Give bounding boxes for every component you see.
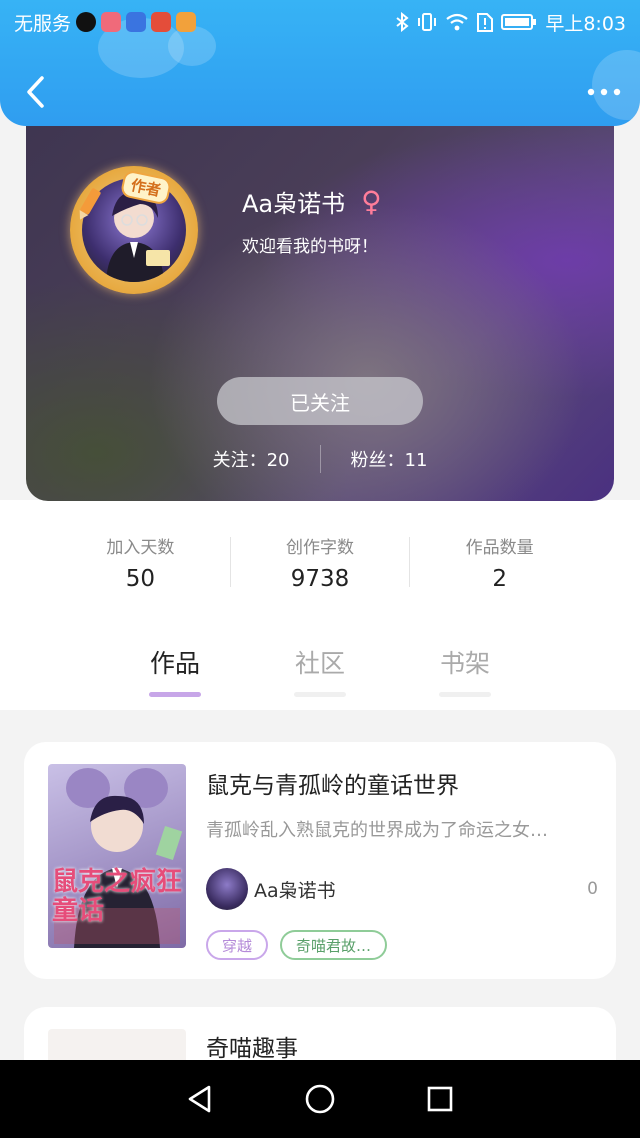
more-dots-icon — [587, 88, 621, 96]
stat-word-count: 创作字数 9738 — [231, 533, 410, 592]
nav-home-icon[interactable] — [303, 1082, 337, 1116]
book-tag[interactable]: 奇喵君故… — [280, 930, 388, 960]
battery-icon — [501, 14, 537, 30]
stat-label: 加入天数 — [106, 537, 175, 558]
tab-bookshelf[interactable]: 书架 — [430, 644, 500, 697]
book-card[interactable]: 鼠克之疯狂童话 鼠克与青孤岭的童话世界 青孤岭乱入熟鼠克的世界成为了命运之女… … — [24, 742, 616, 979]
following-count[interactable]: 关注：20 — [213, 446, 290, 472]
book-description: 青孤岭乱入熟鼠克的世界成为了命运之女… — [206, 820, 548, 841]
book-tags: 穿越 奇喵君故… — [206, 930, 388, 960]
tiktok-icon — [76, 12, 97, 32]
tab-community[interactable]: 社区 — [285, 644, 355, 697]
news-icon — [151, 12, 172, 32]
tabs-bar: 作品 社区 书架 — [0, 500, 640, 710]
book-title[interactable]: 奇喵趣事 — [206, 1029, 298, 1063]
tab-underline — [294, 692, 346, 697]
profile-name-row: Aa枭诺书 ♀ — [242, 184, 382, 219]
carrier-text: 无服务 — [14, 12, 72, 35]
stat-value: 2 — [492, 565, 507, 592]
tab-label: 书架 — [439, 649, 490, 678]
followed-button[interactable]: 已关注 — [217, 377, 423, 425]
female-gender-icon: ♀ — [361, 185, 382, 218]
stat-label: 创作字数 — [286, 537, 354, 558]
tab-label: 作品 — [149, 649, 200, 678]
nav-recents-icon[interactable] — [423, 1082, 457, 1116]
app-icon-red — [101, 12, 122, 32]
system-nav-bar — [0, 1060, 640, 1138]
book-tag[interactable]: 穿越 — [206, 930, 269, 960]
tab-active-underline — [149, 692, 201, 697]
cover-title: 鼠克之疯狂童话 — [52, 867, 183, 926]
stat-value: 50 — [125, 565, 155, 592]
divider — [319, 445, 321, 473]
fans-count[interactable]: 粉丝：11 — [351, 446, 428, 472]
profile-bio: 欢迎看我的书呀！ — [242, 237, 378, 257]
stat-label: 作品数量 — [465, 537, 534, 558]
vibrate-icon — [418, 13, 437, 31]
baidu-icon — [126, 12, 147, 32]
more-button[interactable] — [582, 74, 626, 110]
profile-nickname: Aa枭诺书 — [242, 190, 346, 218]
back-button[interactable] — [16, 72, 56, 112]
status-bar: 无服务 早上8:03 — [0, 0, 640, 44]
book-author-name: Aa枭诺书 — [254, 879, 336, 902]
bluetooth-icon — [396, 12, 409, 32]
follow-stats: 关注：20 粉丝：11 — [26, 445, 614, 473]
stats-box: 加入天数 50 创作字数 9738 作品数量 2 — [51, 500, 589, 624]
book-count: 0 — [587, 879, 598, 899]
profile-card: 作者 Aa枭诺书 ♀ 欢迎看我的书呀！ 已关注 关注：20 粉丝：11 — [26, 100, 614, 501]
stat-value: 9738 — [290, 565, 350, 592]
stat-works-count: 作品数量 2 — [410, 533, 589, 592]
video-icon — [176, 12, 197, 32]
book-cover[interactable]: 鼠克之疯狂童话 — [48, 764, 186, 948]
book-author-row: Aa枭诺书 0 — [206, 868, 598, 910]
tab-label: 社区 — [294, 649, 345, 678]
chevron-left-icon — [27, 76, 44, 108]
sim-alert-icon — [477, 13, 494, 32]
nav-back-icon[interactable] — [183, 1082, 217, 1116]
stat-join-days: 加入天数 50 — [51, 533, 230, 592]
tab-underline — [439, 692, 491, 697]
clock: 早上8:03 — [545, 12, 626, 35]
tab-works[interactable]: 作品 — [140, 644, 210, 697]
wifi-icon — [446, 13, 469, 31]
top-header: 无服务 早上8:03 — [0, 0, 640, 126]
author-avatar-small — [206, 868, 248, 910]
book-title[interactable]: 鼠克与青孤岭的童话世界 — [206, 766, 459, 800]
